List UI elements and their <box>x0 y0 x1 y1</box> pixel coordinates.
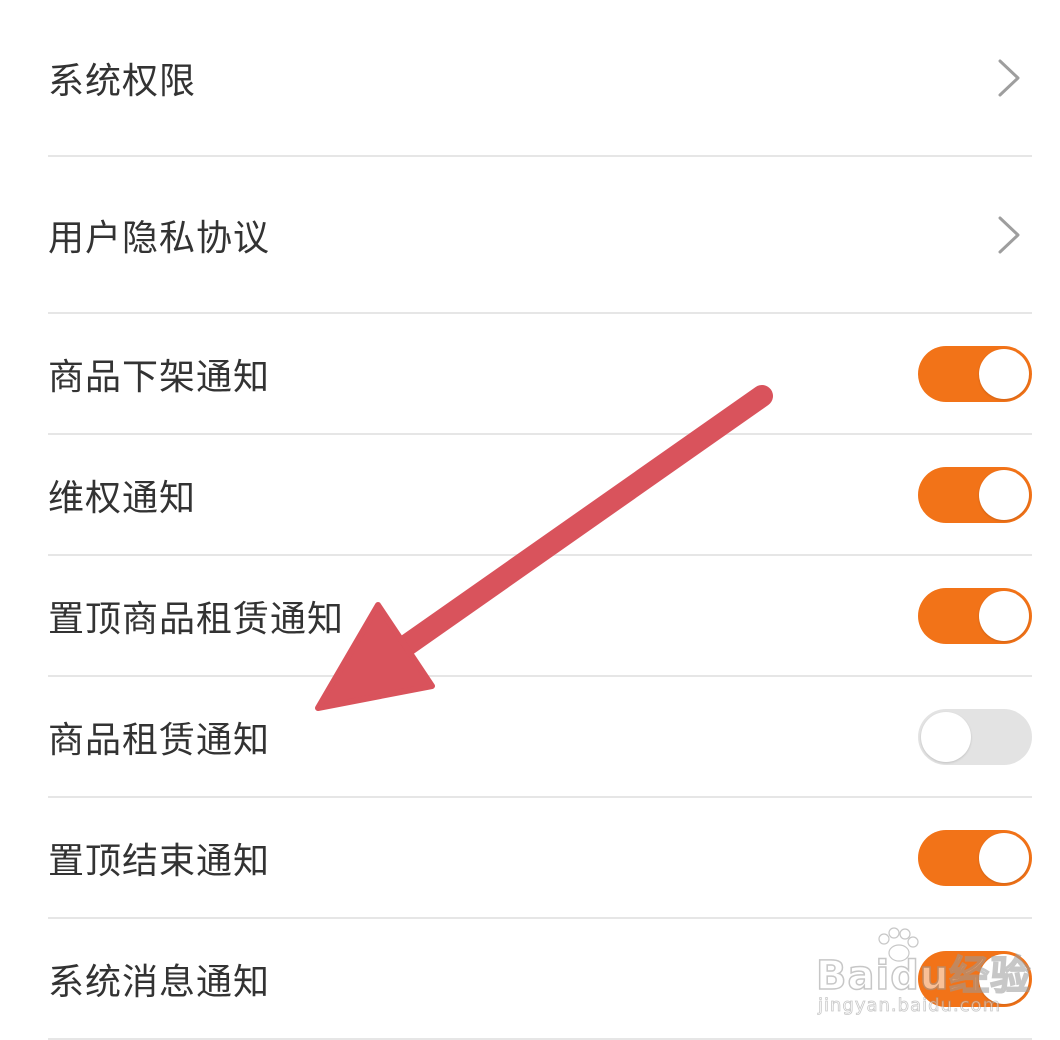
chevron-right-icon <box>998 216 1020 253</box>
settings-item-pin-end-notice: 置顶结束通知 <box>48 798 1032 919</box>
toggle-knob <box>979 832 1029 883</box>
settings-item-rights-notice: 维权通知 <box>48 435 1032 556</box>
toggle-knob <box>979 469 1029 520</box>
settings-item-label: 置顶结束通知 <box>48 840 271 882</box>
chevron-right-icon <box>998 59 1020 96</box>
settings-item-label: 维权通知 <box>48 477 197 519</box>
settings-item-label: 系统权限 <box>48 60 197 102</box>
toggle-switch[interactable] <box>918 587 1032 644</box>
toggle-switch[interactable] <box>918 466 1032 523</box>
toggle-switch[interactable] <box>918 708 1032 765</box>
toggle-switch[interactable] <box>918 950 1032 1007</box>
settings-item-label: 系统消息通知 <box>48 961 271 1003</box>
settings-item-label: 商品租赁通知 <box>48 719 271 761</box>
toggle-knob <box>979 590 1029 641</box>
settings-item-pinned-rental-notice: 置顶商品租赁通知 <box>48 556 1032 677</box>
settings-item-label: 商品下架通知 <box>48 356 271 398</box>
toggle-knob <box>979 348 1029 399</box>
toggle-knob <box>921 711 971 762</box>
toggle-switch[interactable] <box>918 345 1032 402</box>
settings-item-delisting-notice: 商品下架通知 <box>48 314 1032 435</box>
toggle-switch[interactable] <box>918 829 1032 886</box>
settings-item-privacy-agreement[interactable]: 用户隐私协议 <box>48 157 1032 314</box>
settings-item-label: 用户隐私协议 <box>48 217 271 259</box>
settings-item-label: 置顶商品租赁通知 <box>48 598 345 640</box>
settings-item-rental-notice: 商品租赁通知 <box>48 677 1032 798</box>
settings-item-system-permissions[interactable]: 系统权限 <box>48 0 1032 157</box>
toggle-knob <box>979 953 1029 1004</box>
settings-item-system-message-notice: 系统消息通知 <box>48 919 1032 1040</box>
